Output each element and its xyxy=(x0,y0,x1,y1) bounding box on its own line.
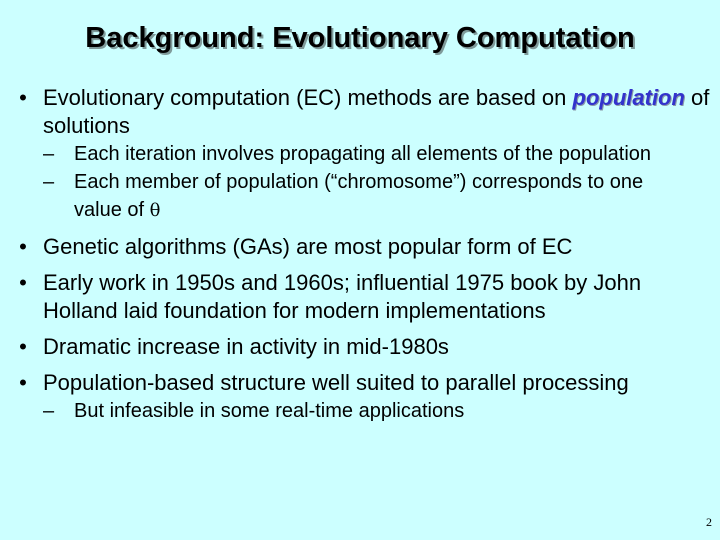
bullet-item-ec-methods: • Evolutionary computation (EC) methods … xyxy=(0,84,720,225)
sub-bullet-item: – Each member of population (“chromosome… xyxy=(43,168,694,225)
dash-marker: – xyxy=(43,171,55,193)
sub-bullet-text: But infeasible in some real-time applica… xyxy=(74,400,465,422)
bullet-item-parallel-processing: • Population-based structure well suited… xyxy=(0,369,720,425)
sub-bullet-item: – Each iteration involves propagating al… xyxy=(43,140,694,168)
sub-bullet-item: – But infeasible in some real-time appli… xyxy=(43,397,694,425)
bullet-item-early-work: • Early work in 1950s and 1960s; influen… xyxy=(0,269,720,325)
bullet-text: Dramatic increase in activity in mid-198… xyxy=(43,334,449,359)
bullet-text-part: Evolutionary computation (EC) methods ar… xyxy=(43,85,573,110)
dash-marker: – xyxy=(43,400,55,422)
slide-title: Background: Evolutionary Computation xyxy=(85,22,635,54)
sub-bullet-list: – But infeasible in some real-time appli… xyxy=(43,397,720,425)
theta-symbol: θ xyxy=(149,200,161,221)
slide: Background: Evolutionary Computation • E… xyxy=(0,0,720,540)
bullet-marker: • xyxy=(19,270,27,295)
bullet-text: Genetic algorithms (GAs) are most popula… xyxy=(43,234,573,259)
bullet-marker: • xyxy=(19,370,27,395)
sub-bullet-list: – Each iteration involves propagating al… xyxy=(43,140,720,225)
bullet-marker: • xyxy=(19,234,27,259)
bullet-marker: • xyxy=(19,334,27,359)
bullet-list: • Evolutionary computation (EC) methods … xyxy=(0,84,720,433)
dash-marker: – xyxy=(43,143,55,165)
emphasized-term: population xyxy=(572,85,685,110)
bullet-item-dramatic-increase: • Dramatic increase in activity in mid-1… xyxy=(0,333,720,361)
bullet-marker: • xyxy=(19,85,27,110)
bullet-text: Early work in 1950s and 1960s; influenti… xyxy=(43,270,642,323)
sub-bullet-text: Each iteration involves propagating all … xyxy=(74,143,652,165)
bullet-item-genetic-algorithms: • Genetic algorithms (GAs) are most popu… xyxy=(0,233,720,261)
page-number: 2 xyxy=(706,515,712,529)
bullet-text: Population-based structure well suited t… xyxy=(43,370,629,395)
